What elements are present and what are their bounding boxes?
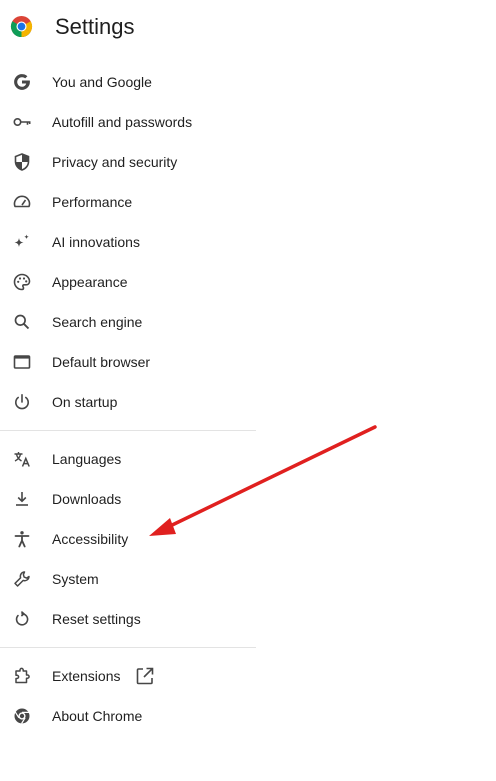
nav-item-performance[interactable]: Performance (0, 182, 256, 222)
accessibility-icon (12, 529, 32, 549)
nav-item-label: Autofill and passwords (52, 114, 193, 130)
reset-icon (12, 609, 32, 629)
nav-item-label: Downloads (52, 491, 122, 507)
nav-item-label: Privacy and security (52, 154, 178, 170)
open-in-new-icon[interactable] (134, 665, 156, 687)
nav-item-extensions[interactable]: Extensions (0, 656, 256, 696)
nav-item-languages[interactable]: Languages (0, 439, 256, 479)
translate-icon (12, 449, 32, 469)
nav-item-label: Accessibility (52, 531, 129, 547)
nav-item-label: Search engine (52, 314, 143, 330)
nav-item-autofill-and-passwords[interactable]: Autofill and passwords (0, 102, 256, 142)
settings-nav: You and Google Autofill and passwords Pr… (0, 62, 256, 736)
nav-divider (0, 430, 256, 431)
speedometer-icon (12, 192, 32, 212)
page-title: Settings (55, 14, 135, 39)
nav-item-about-chrome[interactable]: About Chrome (0, 696, 256, 736)
chrome-logo-icon[interactable] (10, 15, 33, 38)
nav-item-ai-innovations[interactable]: AI innovations (0, 222, 256, 262)
key-icon (12, 112, 32, 132)
nav-item-downloads[interactable]: Downloads (0, 479, 256, 519)
nav-item-label: Performance (52, 194, 133, 210)
search-icon (12, 312, 32, 332)
wrench-icon (12, 569, 32, 589)
nav-item-default-browser[interactable]: Default browser (0, 342, 256, 382)
nav-item-reset-settings[interactable]: Reset settings (0, 599, 256, 639)
nav-item-label: Languages (52, 451, 122, 467)
shield-icon (12, 152, 32, 172)
google-g-icon (12, 72, 32, 92)
nav-item-label: Default browser (52, 354, 151, 370)
palette-icon (12, 272, 32, 292)
nav-item-search-engine[interactable]: Search engine (0, 302, 256, 342)
nav-item-label: Reset settings (52, 611, 141, 627)
power-icon (12, 392, 32, 412)
nav-item-privacy-and-security[interactable]: Privacy and security (0, 142, 256, 182)
nav-item-label: System (52, 571, 99, 587)
nav-item-appearance[interactable]: Appearance (0, 262, 256, 302)
nav-item-label: About Chrome (52, 708, 143, 724)
nav-item-system[interactable]: System (0, 559, 256, 599)
nav-item-label: You and Google (52, 74, 152, 90)
nav-divider (0, 647, 256, 648)
browser-window-icon (12, 352, 32, 372)
nav-item-accessibility[interactable]: Accessibility (0, 519, 256, 559)
header: Settings (0, 0, 496, 56)
nav-item-label: Extensions (52, 668, 121, 684)
nav-item-label: AI innovations (52, 234, 140, 250)
sparkle-icon (12, 232, 32, 252)
nav-item-label: On startup (52, 394, 118, 410)
nav-item-label: Appearance (52, 274, 128, 290)
download-icon (12, 489, 32, 509)
nav-item-on-startup[interactable]: On startup (0, 382, 256, 422)
nav-item-you-and-google[interactable]: You and Google (0, 62, 256, 102)
chrome-outline-icon (12, 706, 32, 726)
extension-icon (12, 666, 32, 686)
